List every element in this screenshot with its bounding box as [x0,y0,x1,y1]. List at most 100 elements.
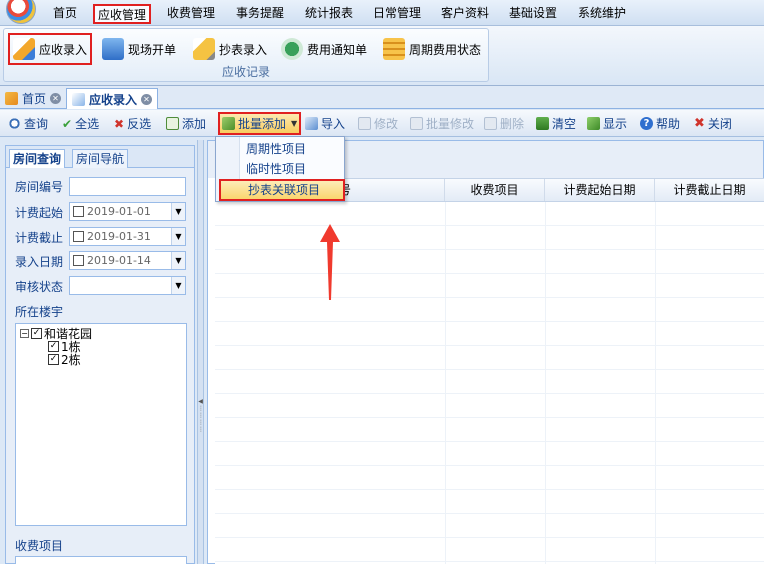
help-icon: ? [640,117,653,130]
ribbon-fee-notice-button[interactable]: 费用通知单 [278,33,370,65]
ribbon-periodic-status-button[interactable]: 周期费用状态 [380,33,484,65]
receivables-grid: 号 收费项目 计费起始日期 计费截止日期 [207,140,764,564]
delete-button[interactable]: 删除 [484,114,524,133]
menu-daily[interactable]: 日常管理 [370,4,424,24]
end-date-checkbox[interactable] [73,231,84,242]
delete-icon [484,117,497,130]
clear-label: 清空 [552,117,577,131]
batch-add-label: 批量添加 [238,117,287,131]
batch-add-icon [222,117,235,130]
tab-receivable-entry[interactable]: 应收录入 ✕ [66,88,159,109]
batch-add-dropdown-menu: 周期性项目 临时性项目 抄表关联项目 [215,136,345,202]
select-all-button[interactable]: ✔ 全选 [62,114,99,133]
chevron-down-icon[interactable]: ▼ [171,228,185,245]
end-date-label: 计费截止 [15,231,64,245]
start-date-value: 2019-01-01 [87,205,151,218]
show-button[interactable]: 显示 [587,114,627,133]
end-date-value: 2019-01-31 [87,230,151,243]
menu-home[interactable]: 首页 [50,4,80,24]
menu-charges[interactable]: 收费管理 [164,4,218,24]
audit-status-label: 审核状态 [15,280,64,294]
add-button[interactable]: 添加 [166,114,206,133]
app-logo [6,0,36,24]
clipboard-icon [102,38,124,60]
entry-date-checkbox[interactable] [73,255,84,266]
import-label: 导入 [321,117,346,131]
menu-settings[interactable]: 基础设置 [506,4,560,24]
menu-receivables[interactable]: 应收管理 [93,4,152,24]
menu-item-temporary[interactable]: 临时性项目 [246,160,306,178]
menu-customers[interactable]: 客户资料 [438,4,492,24]
room-query-panel: 房间查询 房间导航 房间编号 计费起始 2019-01-01 ▼ 计费截止 20… [5,145,195,564]
fee-item-list[interactable] [15,556,187,564]
column-header-start-date[interactable]: 计费起始日期 [545,179,655,201]
clear-button[interactable]: 清空 [536,114,576,133]
left-panel-tabs: 房间查询 房间导航 [6,146,194,168]
close-label: 关闭 [707,117,732,131]
audit-status-select[interactable]: ▼ [69,276,186,295]
tree-checkbox[interactable]: ✓ [48,341,59,352]
collapse-icon[interactable]: − [20,329,29,338]
chevron-down-icon[interactable]: ▼ [171,277,185,294]
tree-checkbox[interactable]: ✓ [48,354,59,365]
tab-room-query[interactable]: 房间查询 [9,149,66,168]
room-no-input[interactable] [69,177,186,196]
invert-selection-button[interactable]: ✖ 反选 [114,114,151,133]
entry-date-field[interactable]: 2019-01-14 ▼ [69,251,186,270]
help-label: 帮助 [656,117,681,131]
batch-add-button[interactable]: 批量添加 ▼ [218,112,302,135]
list-icon [383,38,405,60]
tab-room-navigation[interactable]: 房间导航 [72,149,129,168]
menu-item-periodic[interactable]: 周期性项目 [246,140,306,158]
column-header-fee-item[interactable]: 收费项目 [445,179,545,201]
start-date-label: 计费起始 [15,206,64,220]
ribbon-meter-entry-button[interactable]: 抄表录入 [190,33,270,65]
end-date-field[interactable]: 2019-01-31 ▼ [69,227,186,246]
query-button[interactable]: 查询 [8,114,48,133]
ribbon-group-receivables: 应收录入 现场开单 抄表录入 费用通知单 周期费用状态 应收记录 [3,28,489,82]
ribbon-button-label: 抄表录入 [219,42,268,57]
menu-reports[interactable]: 统计报表 [302,4,356,24]
ribbon-onsite-billing-button[interactable]: 现场开单 [99,33,179,65]
menu-maintenance[interactable]: 系统维护 [575,4,629,24]
edit-icon [358,117,371,130]
start-date-field[interactable]: 2019-01-01 ▼ [69,202,186,221]
collapse-handle[interactable]: ◀ ⋮ ⋮ ⋮ ⋮ [198,398,204,468]
start-date-checkbox[interactable] [73,206,84,217]
building-tree: − ✓ 和谐花园 ✓ 1栋 ✓ 2栋 [15,323,187,526]
panel-splitter[interactable]: ◀ ⋮ ⋮ ⋮ ⋮ [197,140,204,564]
edit-button[interactable]: 修改 [358,114,398,133]
select-all-label: 全选 [75,117,100,131]
check-icon: ✔ [62,116,73,131]
menu-item-meter-linked[interactable]: 抄表关联项目 [219,179,345,201]
building-label: 所在楼宇 [15,305,64,319]
menu-reminders[interactable]: 事务提醒 [233,4,287,24]
import-button[interactable]: 导入 [305,114,345,133]
close-icon[interactable]: ✕ [50,93,62,104]
ribbon-receivable-entry-button[interactable]: 应收录入 [8,33,93,65]
tree-checkbox[interactable]: ✓ [31,328,42,339]
tab-home[interactable]: 首页 ✕ [0,88,66,109]
column-header-end-date[interactable]: 计费截止日期 [655,179,764,201]
home-icon [5,92,18,105]
close-icon[interactable]: ✕ [141,93,153,105]
display-icon [587,117,600,130]
chevron-down-icon[interactable]: ▼ [171,252,185,269]
grid-body[interactable] [215,202,764,564]
tree-node-root[interactable]: − ✓ 和谐花园 [20,327,92,341]
tab-label: 应收录入 [89,92,138,107]
ribbon-button-label: 费用通知单 [307,42,368,57]
chevron-down-icon[interactable]: ▼ [291,119,297,128]
ribbon-group-label: 应收记录 [221,65,270,79]
tab-label: 首页 [22,92,47,106]
batch-edit-button[interactable]: 批量修改 [410,114,474,133]
close-button[interactable]: ✖ 关闭 [694,114,732,133]
import-icon [305,117,318,130]
chevron-down-icon[interactable]: ▼ [171,203,185,220]
broom-icon [536,117,549,130]
tree-node-building-2[interactable]: ✓ 2栋 [48,353,81,367]
entry-date-value: 2019-01-14 [87,254,151,267]
help-button[interactable]: ? 帮助 [640,114,680,133]
pencil-icon [13,38,35,60]
batch-edit-icon [410,117,423,130]
